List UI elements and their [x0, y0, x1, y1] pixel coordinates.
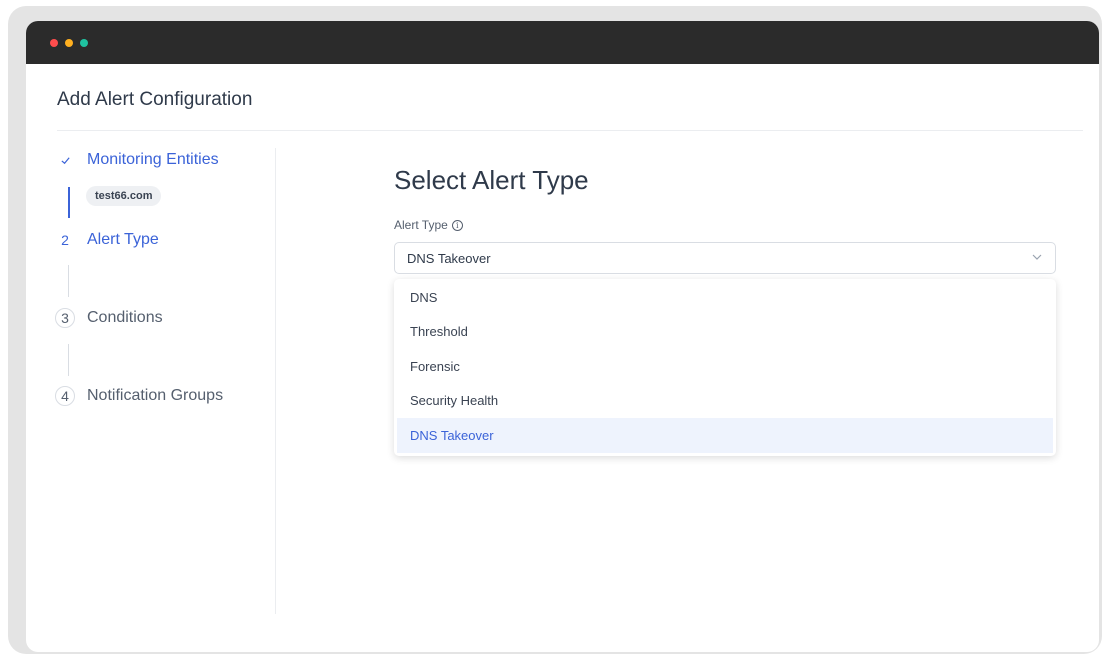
step-label: Monitoring Entities	[87, 151, 219, 168]
check-icon	[55, 150, 75, 170]
alert-type-select[interactable]: DNS Takeover	[394, 242, 1056, 274]
step-label: Conditions	[87, 309, 163, 326]
dropdown-option-security-health[interactable]: Security Health	[397, 384, 1053, 419]
step-label: Notification Groups	[87, 387, 224, 404]
step-number: 3	[55, 308, 75, 328]
page-title: Add Alert Configuration	[57, 89, 253, 110]
app-window: Add Alert Configuration Monitoring Entit…	[26, 21, 1099, 652]
minimize-window-dot[interactable]	[65, 39, 73, 47]
selected-entity-chip: test66.com	[86, 186, 162, 206]
step-number: 4	[55, 386, 75, 406]
screenshot-frame: Add Alert Configuration Monitoring Entit…	[8, 6, 1102, 654]
step-connector	[68, 265, 69, 297]
window-titlebar	[26, 21, 1099, 64]
alert-type-label: Alert Type i	[394, 218, 463, 232]
step-number: 2	[55, 230, 75, 250]
section-title: Select Alert Type	[394, 165, 589, 195]
alert-type-label-text: Alert Type	[394, 218, 448, 232]
close-window-dot[interactable]	[50, 39, 58, 47]
step-alert-type[interactable]: 2 Alert Type	[55, 230, 159, 250]
header-divider	[57, 130, 1083, 131]
chevron-down-icon	[1031, 251, 1043, 266]
info-icon[interactable]: i	[451, 219, 463, 231]
step-label: Alert Type	[87, 231, 159, 248]
step-connector	[68, 187, 70, 218]
step-conditions[interactable]: 3 Conditions	[55, 308, 163, 328]
maximize-window-dot[interactable]	[80, 39, 88, 47]
dropdown-option-dns-takeover[interactable]: DNS Takeover	[397, 418, 1053, 453]
step-connector	[68, 344, 69, 376]
dropdown-option-dns[interactable]: DNS	[397, 280, 1053, 315]
dropdown-option-threshold[interactable]: Threshold	[397, 315, 1053, 350]
stepper-divider	[275, 148, 276, 614]
step-notification-groups[interactable]: 4 Notification Groups	[55, 386, 223, 406]
step-monitoring-entities[interactable]: Monitoring Entities	[55, 150, 219, 170]
dropdown-option-forensic[interactable]: Forensic	[397, 349, 1053, 384]
alert-type-dropdown: DNS Threshold Forensic Security Health D…	[394, 279, 1056, 456]
alert-type-selected-value: DNS Takeover	[407, 250, 491, 266]
